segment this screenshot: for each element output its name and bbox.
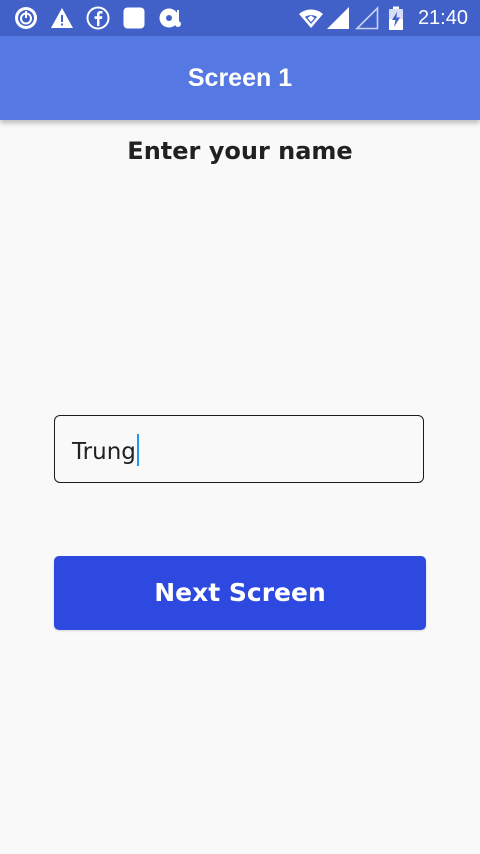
app-bar-title: Screen 1 xyxy=(187,64,293,92)
next-screen-button[interactable]: Next Screen xyxy=(54,556,426,630)
status-time: 21:40 xyxy=(417,7,468,29)
power-icon xyxy=(14,6,38,30)
app-bar: Screen 1 xyxy=(0,36,480,120)
text-caret xyxy=(136,434,139,466)
next-screen-button-label: Next Screen xyxy=(154,578,326,607)
signal-empty-icon xyxy=(355,6,379,30)
battery-charging-icon xyxy=(384,6,408,30)
media-icon xyxy=(158,6,182,30)
status-bar: 21:40 xyxy=(0,0,480,36)
signal-icon xyxy=(326,6,350,30)
square-app-icon xyxy=(122,6,146,30)
name-input-value: Trung xyxy=(72,439,136,465)
warning-icon xyxy=(50,6,74,30)
name-input-text[interactable]: Trung xyxy=(72,434,139,467)
name-input[interactable]: Trung xyxy=(54,415,424,483)
wifi-icon xyxy=(299,6,323,30)
facebook-icon xyxy=(86,6,110,30)
page-heading: Enter your name xyxy=(127,137,353,165)
